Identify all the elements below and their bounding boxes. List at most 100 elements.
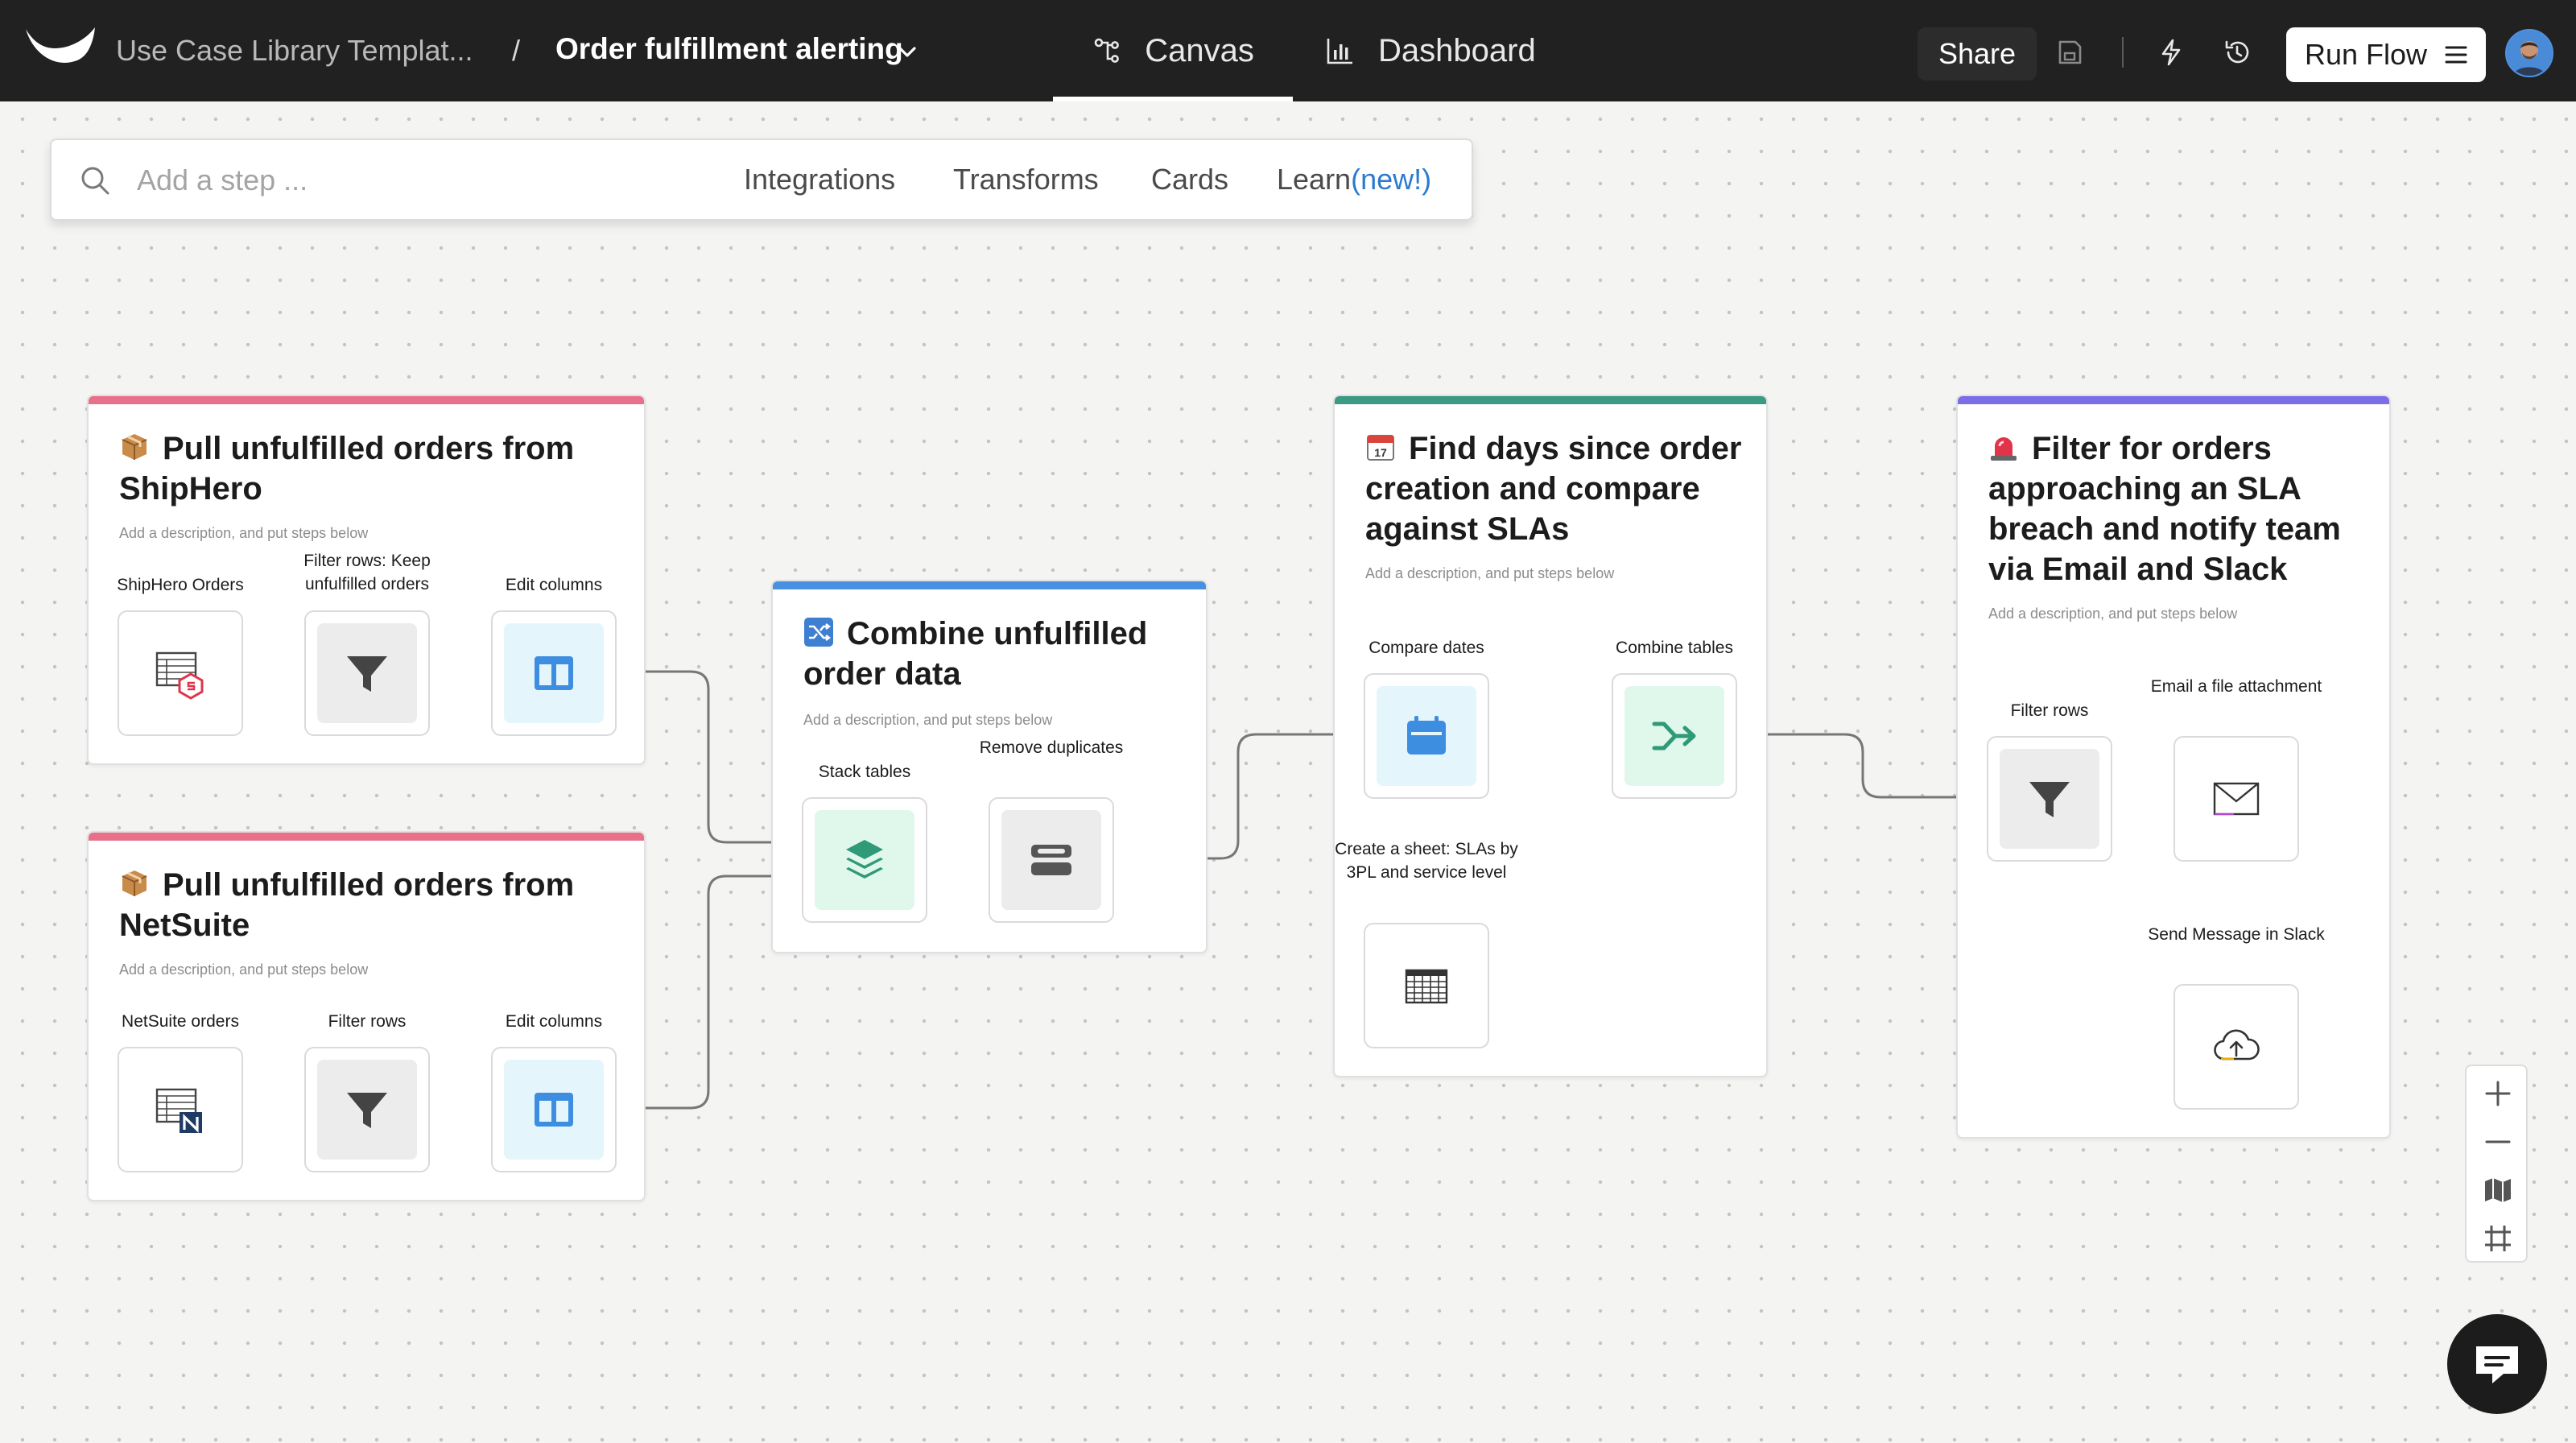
step-label: Filter rows [328, 1012, 407, 1031]
dedupe-icon [1031, 845, 1071, 875]
zoom-out-icon[interactable] [2482, 1126, 2514, 1158]
columns-icon [535, 1093, 573, 1127]
cards-link[interactable]: Cards [1151, 163, 1228, 196]
connector-combine-to-filter [1737, 733, 1988, 803]
step-label: Edit columns [505, 1012, 603, 1031]
breadcrumb-project[interactable]: Use Case Library Templat... [116, 34, 473, 68]
breadcrumb-flow-name[interactable]: Order fulfillment alerting [555, 32, 903, 66]
step-box[interactable] [2174, 736, 2299, 862]
lightning-icon[interactable] [2156, 37, 2186, 68]
card-title-text: Filter for orders approaching an SLA bre… [1988, 431, 2341, 587]
step-inner [130, 623, 230, 723]
filter-icon [2029, 782, 2070, 817]
step-box[interactable] [1612, 673, 1737, 799]
card-description[interactable]: Add a description, and put steps below [803, 712, 1052, 729]
run-flow-button[interactable]: Run Flow [2286, 27, 2486, 82]
card-description[interactable]: Add a description, and put steps below [119, 525, 368, 542]
history-icon[interactable] [2222, 37, 2252, 68]
canvas-icon [1094, 38, 1120, 63]
step-inner [1001, 810, 1101, 910]
tab-canvas[interactable]: Canvas [1053, 0, 1293, 101]
card-title: Combine unfulfilled order data [803, 614, 1190, 694]
card-title: Filter for orders approaching an SLA bre… [1988, 428, 2359, 589]
chat-bubble-icon [2476, 1346, 2518, 1383]
breadcrumb-separator: / [512, 34, 521, 67]
card-title: Pull unfulfilled orders from ShipHero [119, 428, 618, 509]
card-title-text: Pull unfulfilled orders from NetSuite [119, 867, 575, 943]
step-label: Send Message in Slack [2148, 925, 2325, 944]
step-label: Create a sheet: SLAs by 3PL and service … [1335, 840, 1518, 882]
step-inner [1377, 686, 1476, 786]
step-box[interactable] [491, 1047, 617, 1172]
step-label: Compare dates [1368, 639, 1484, 657]
step-label: NetSuite orders [122, 1012, 239, 1031]
avatar-image [2507, 31, 2552, 76]
envelope-icon [2213, 782, 2260, 816]
calendar-icon [1407, 716, 1446, 755]
step-box[interactable] [1364, 923, 1489, 1048]
columns-icon [535, 656, 573, 690]
card-accent-bar [89, 833, 644, 841]
step-box[interactable] [2174, 984, 2299, 1110]
learn-link[interactable]: Learn(new!) [1277, 163, 1431, 196]
card-accent-bar [773, 581, 1206, 589]
step-box[interactable] [989, 797, 1114, 923]
step-box[interactable] [491, 610, 617, 736]
step-label: Filter rows [2010, 701, 2089, 720]
siren-icon [1991, 437, 2017, 461]
chevron-down-icon[interactable] [895, 40, 919, 64]
step-inner [815, 810, 914, 910]
integrations-link[interactable]: Integrations [744, 163, 895, 196]
fit-frame-icon[interactable] [2482, 1222, 2514, 1255]
zoom-in-icon[interactable] [2482, 1077, 2514, 1110]
shuffle-icon [804, 618, 833, 647]
chat-support-button[interactable] [2447, 1314, 2547, 1414]
step-box[interactable] [1987, 736, 2112, 862]
card-title: Pull unfulfilled orders from NetSuite [119, 865, 618, 945]
step-label: Edit columns [505, 576, 603, 594]
search-icon [81, 167, 109, 195]
add-step-input[interactable] [137, 158, 700, 203]
filter-icon [347, 1093, 387, 1128]
step-inner [2186, 749, 2286, 849]
step-label: Email a file attachment [2150, 677, 2322, 696]
tab-dashboard[interactable]: Dashboard [1325, 0, 1536, 101]
card-title-text: Combine unfulfilled order data [803, 616, 1148, 692]
card-title-text: Pull unfulfilled orders from ShipHero [119, 431, 575, 506]
step-box[interactable] [118, 1047, 243, 1172]
tab-canvas-label: Canvas [1145, 32, 1254, 68]
learn-new-badge: (new!) [1351, 163, 1432, 196]
top-bar: Use Case Library Templat... / Order fulf… [0, 0, 2576, 101]
transforms-link[interactable]: Transforms [953, 163, 1099, 196]
step-inner [504, 1060, 604, 1160]
card-description[interactable]: Add a description, and put steps below [119, 961, 368, 978]
step-inner [2000, 749, 2099, 849]
step-label: Filter rows: Keep unfulfilled orders [303, 552, 431, 593]
step-inner [130, 1060, 230, 1160]
step-box[interactable] [1364, 673, 1489, 799]
run-flow-label: Run Flow [2304, 38, 2428, 71]
app-logo-icon[interactable] [23, 24, 97, 72]
filter-icon [347, 656, 387, 692]
card-title-text: Find days since order creation and compa… [1365, 431, 1742, 547]
map-icon[interactable] [2482, 1174, 2514, 1206]
step-box[interactable] [304, 1047, 430, 1172]
bar-chart-icon [1327, 39, 1352, 64]
save-icon[interactable] [2054, 37, 2085, 68]
step-inner [1624, 686, 1724, 786]
step-box[interactable] [304, 610, 430, 736]
package-icon [122, 434, 147, 460]
card-accent-bar [89, 396, 644, 404]
step-inner [317, 623, 417, 723]
step-label: Stack tables [818, 763, 911, 781]
card-description[interactable]: Add a description, and put steps below [1365, 565, 1614, 582]
user-avatar[interactable] [2505, 29, 2553, 77]
step-inner [317, 1060, 417, 1160]
learn-label: Learn [1277, 163, 1352, 196]
card-description[interactable]: Add a description, and put steps below [1988, 606, 2237, 622]
step-box[interactable] [802, 797, 927, 923]
zoom-controls [2465, 1065, 2528, 1263]
share-button[interactable]: Share [1918, 27, 2037, 81]
step-box[interactable] [118, 610, 243, 736]
shiphero-table-icon [155, 651, 204, 700]
